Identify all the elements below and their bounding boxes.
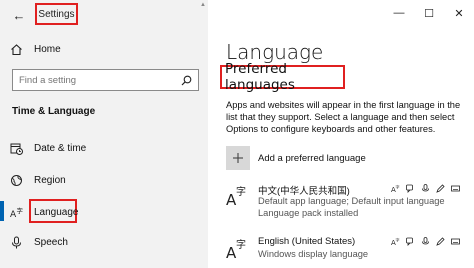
plus-icon <box>226 146 250 170</box>
sidebar-item-label: Date & time <box>34 142 87 154</box>
sidebar-item-label: Region <box>34 174 66 186</box>
active-indicator <box>0 201 4 221</box>
section-heading: Time & Language <box>12 106 96 117</box>
maximize-button[interactable]: ☐ <box>414 0 444 26</box>
window-title-highlight: Settings <box>35 3 78 25</box>
preferred-languages-highlight: Preferred languages <box>220 61 345 93</box>
calendar-clock-icon <box>8 140 24 156</box>
language-script-icon: A字 <box>226 238 248 262</box>
svg-text:字: 字 <box>236 185 246 198</box>
sidebar-item-label: Speech <box>34 236 68 248</box>
window-controls: — ☐ ✕ <box>384 0 474 26</box>
microphone-icon <box>8 234 24 250</box>
sidebar-item-speech[interactable]: Speech <box>8 233 198 251</box>
handwriting-icon <box>436 183 445 193</box>
scroll-up-icon[interactable]: ▲ <box>200 2 206 8</box>
speech-icon <box>406 183 415 193</box>
microphone-icon <box>421 183 430 193</box>
add-language-label: Add a preferred language <box>258 152 366 164</box>
sidebar-item-language[interactable]: A字 Language <box>8 203 198 221</box>
language-detail: Language pack installed <box>258 208 359 218</box>
language-detail: Default app language; Default input lang… <box>258 196 445 206</box>
microphone-icon <box>421 236 430 246</box>
display-language-icon: A字 <box>391 183 400 193</box>
display-language-icon: A字 <box>391 236 400 246</box>
description-text: Apps and websites will appear in the fir… <box>226 100 461 134</box>
language-name: 中文(中华人民共和国) <box>258 186 350 197</box>
nav-home[interactable]: Home <box>8 41 198 57</box>
svg-text:字: 字 <box>396 184 400 190</box>
handwriting-icon <box>436 236 445 246</box>
svg-text:字: 字 <box>396 237 400 243</box>
sidebar-item-label: Language <box>34 206 79 218</box>
search-box[interactable] <box>12 69 199 91</box>
language-script-icon: A字 <box>226 185 248 209</box>
nav-home-label: Home <box>34 43 61 55</box>
speech-icon <box>406 236 415 246</box>
sidebar: ← Settings ▲ Home Time & Language Date &… <box>0 0 208 268</box>
globe-icon <box>8 172 24 188</box>
close-button[interactable]: ✕ <box>444 0 474 26</box>
language-features: A字 <box>391 183 460 193</box>
sidebar-item-date-time[interactable]: Date & time <box>8 139 198 157</box>
language-detail: Windows display language <box>258 249 369 259</box>
language-name: English (United States) <box>258 236 356 247</box>
language-item-english[interactable]: A字 English (United States) Windows displ… <box>226 236 472 266</box>
add-language-button[interactable]: Add a preferred language <box>226 146 366 170</box>
language-item-chinese[interactable]: A字 中文(中华人民共和国) Default app language; Def… <box>226 183 472 223</box>
svg-text:字: 字 <box>16 206 23 215</box>
sidebar-item-region[interactable]: Region <box>8 171 198 189</box>
keyboard-icon <box>451 236 460 246</box>
search-icon[interactable] <box>180 74 192 86</box>
preferred-languages-heading: Preferred languages <box>225 61 295 93</box>
back-arrow-icon[interactable]: ← <box>12 8 26 23</box>
keyboard-icon <box>451 183 460 193</box>
minimize-button[interactable]: — <box>384 0 414 26</box>
svg-text:字: 字 <box>236 238 246 251</box>
language-icon: A字 <box>8 204 24 220</box>
window-title: Settings <box>38 8 75 20</box>
search-input[interactable] <box>19 74 180 86</box>
home-icon <box>8 41 24 57</box>
language-features: A字 <box>391 236 460 246</box>
